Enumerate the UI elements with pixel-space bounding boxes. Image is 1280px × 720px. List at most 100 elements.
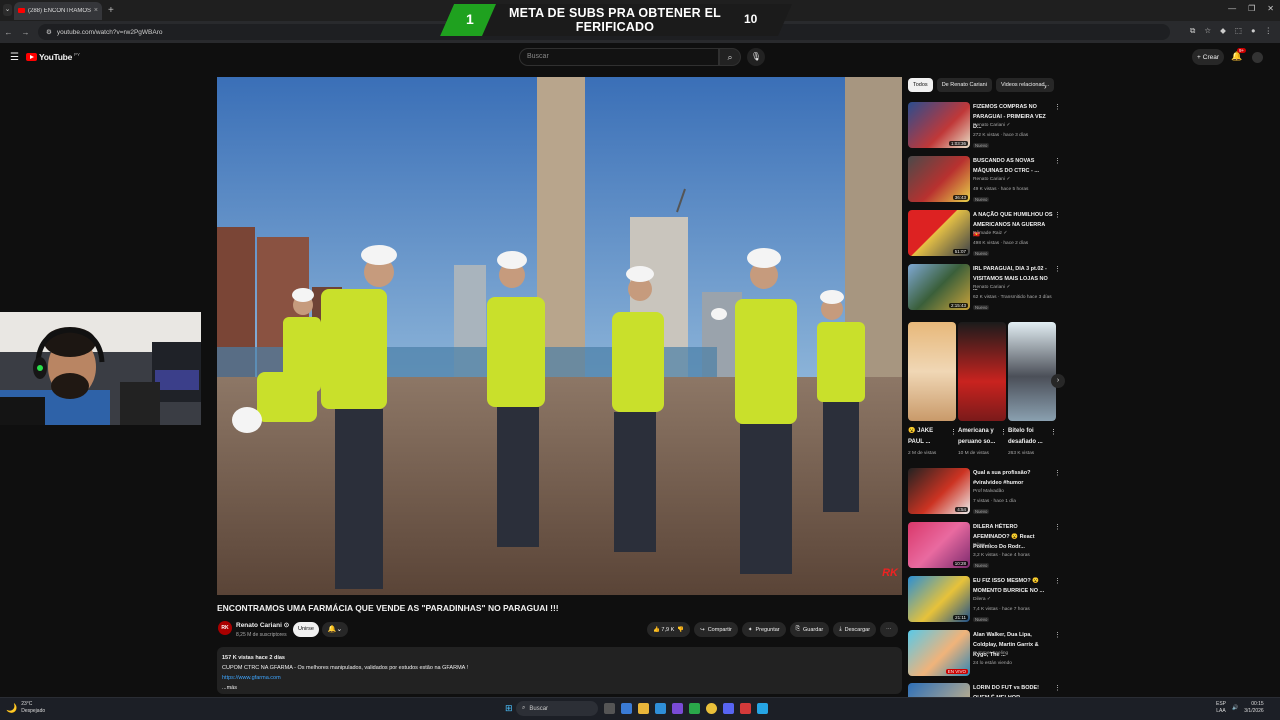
- taskbar-search[interactable]: ⌕ Buscar: [516, 701, 598, 716]
- new-tab-button[interactable]: +: [108, 5, 114, 16]
- subscription-bell-button[interactable]: 🔔⌄: [322, 622, 348, 637]
- video-thumbnail: 1:03:36: [908, 102, 970, 148]
- app-icon[interactable]: [672, 703, 683, 714]
- bell-icon: 🔔⌄: [327, 626, 343, 633]
- more-options-icon[interactable]: ⋮: [1054, 577, 1061, 585]
- save-button[interactable]: ⎘ Guardar: [789, 622, 830, 637]
- short-title[interactable]: Bitelo foi desafiado ...: [1008, 426, 1050, 448]
- hamburger-menu-icon[interactable]: ☰: [10, 52, 19, 63]
- more-options-icon[interactable]: ⋮: [1054, 469, 1061, 477]
- recommendation-views: 3,2 K vistas · hace 4 horas: [973, 553, 1030, 558]
- create-button[interactable]: + Crear: [1192, 49, 1224, 65]
- video-actions: 👍 7,9 K 👎 ↪ Compartir ✦ Preguntar ⎘ Guardar…: [647, 622, 898, 637]
- share-button[interactable]: ↪ Compartir: [694, 622, 738, 637]
- obs-icon[interactable]: [740, 703, 751, 714]
- show-more-link[interactable]: ...más: [222, 683, 897, 693]
- recommendation-item[interactable]: 2:15:43 IRL PARAGUAI, DIA 3 pt.02 - VISI…: [908, 264, 1063, 314]
- clock[interactable]: 00:15 3/1/2026: [1244, 701, 1263, 715]
- more-options-icon[interactable]: ⋮: [1054, 211, 1061, 219]
- video-description[interactable]: 157 K vistas hace 2 días CUPOM CTRC NA G…: [217, 647, 902, 694]
- short-thumbnail[interactable]: [908, 322, 956, 421]
- file-explorer-icon[interactable]: [638, 703, 649, 714]
- video-duration: 10:28: [952, 561, 968, 566]
- recommendation-item[interactable]: 21:11 EU FIZ ISSO MESMO? 😮 MOMENTO BURRI…: [908, 576, 1063, 626]
- profile-icon[interactable]: ●: [1251, 26, 1256, 36]
- xbox-icon[interactable]: [689, 703, 700, 714]
- like-button[interactable]: 👍 7,9 K: [653, 627, 674, 633]
- weather-widget[interactable]: 🌙 23°C Despejado: [6, 701, 45, 715]
- short-more-icon[interactable]: ⋮: [1000, 428, 1007, 436]
- task-view-icon[interactable]: [604, 703, 615, 714]
- recommendation-item[interactable]: EN VIVO Alan Walker, Dua Lipa, Coldplay,…: [908, 630, 1063, 680]
- account-avatar[interactable]: [1252, 52, 1263, 63]
- description-link[interactable]: https://www.gfarma.com: [222, 673, 897, 683]
- chrome-icon[interactable]: [706, 703, 717, 714]
- more-options-icon[interactable]: ⋮: [1054, 631, 1061, 639]
- recommendation-item[interactable]: 10:28 DILERA HÉTERO AFEMINADO? 😮 React P…: [908, 522, 1063, 572]
- channel-avatar[interactable]: RK: [218, 621, 232, 635]
- short-title[interactable]: Americana y peruano so...: [958, 426, 1000, 448]
- like-dislike-group: 👍 7,9 K 👎: [647, 622, 691, 637]
- recommendation-item[interactable]: 36:43 BUSCANDO AS NOVAS MÁQUINAS DO CTRC…: [908, 156, 1063, 206]
- join-button[interactable]: Unirse: [293, 622, 319, 637]
- short-thumbnail[interactable]: [958, 322, 1006, 421]
- short-more-icon[interactable]: ⋮: [1050, 428, 1057, 436]
- back-icon[interactable]: ←: [4, 28, 13, 37]
- extension-icon[interactable]: ◆: [1220, 26, 1226, 36]
- more-options-icon[interactable]: ⋮: [1054, 523, 1061, 531]
- close-tab-icon[interactable]: ×: [94, 7, 98, 14]
- share-icon: ↪: [700, 626, 705, 633]
- more-options-icon[interactable]: ⋮: [1054, 157, 1061, 165]
- store-icon[interactable]: [621, 703, 632, 714]
- dislike-button[interactable]: 👎: [677, 627, 684, 633]
- recommendation-item[interactable]: 1:03:36 FIZEMOS COMPRAS NO PARAGUAI - PR…: [908, 102, 1063, 152]
- chips-next-chevron-icon[interactable]: ›: [1044, 82, 1047, 91]
- streamer-webcam: [0, 312, 201, 425]
- menu-dots-icon[interactable]: ⋮: [1265, 26, 1273, 36]
- forward-icon[interactable]: →: [21, 28, 30, 37]
- video-player[interactable]: RK: [217, 77, 902, 595]
- chip-channel[interactable]: De Renato Cariani: [936, 78, 992, 92]
- mic-icon: 🎙: [750, 52, 762, 61]
- search-input[interactable]: Buscar: [519, 48, 719, 66]
- discord-icon[interactable]: [723, 703, 734, 714]
- search-button[interactable]: ⌕: [719, 48, 741, 66]
- tab-search-button[interactable]: ⌄: [3, 4, 12, 16]
- recommendation-item[interactable]: 51:07 A NAÇÃO QUE HUMILHOU OS AMERICANOS…: [908, 210, 1063, 260]
- chip-all[interactable]: Todos: [908, 78, 933, 92]
- youtube-logo[interactable]: YouTube PY: [26, 52, 80, 62]
- edge-icon[interactable]: [655, 703, 666, 714]
- tab-title: (288) ENCONTRAMOS UMA...: [28, 7, 91, 14]
- short-title[interactable]: 😮 JAKE PAUL ...: [908, 426, 950, 448]
- recommendation-item[interactable]: 4:54 Qual a sua profissão? #viralvideo #…: [908, 468, 1063, 518]
- more-actions-button[interactable]: ⋯: [880, 622, 898, 637]
- maximize-button[interactable]: ❐: [1248, 4, 1255, 13]
- more-options-icon[interactable]: ⋮: [1054, 265, 1061, 273]
- ask-button[interactable]: ✦ Preguntar: [741, 622, 786, 637]
- voice-search-button[interactable]: 🎙: [747, 48, 765, 66]
- download-button[interactable]: ⤓ Descargar: [833, 622, 877, 637]
- minimize-button[interactable]: —: [1228, 4, 1236, 13]
- youtube-play-icon: [26, 53, 37, 61]
- recommendation-item[interactable]: LORIN DO FUT vs BODE! QUEM É MELHOR BEIJ…: [908, 683, 1063, 697]
- tab-youtube[interactable]: (288) ENCONTRAMOS UMA... ×: [14, 1, 102, 20]
- more-options-icon[interactable]: ⋮: [1054, 103, 1061, 111]
- telegram-icon[interactable]: [757, 703, 768, 714]
- video-duration: 36:43: [952, 195, 968, 200]
- shorts-next-chevron-icon[interactable]: ›: [1051, 374, 1065, 388]
- new-badge: Nuevo: [973, 617, 990, 622]
- more-options-icon[interactable]: ⋮: [1054, 684, 1061, 692]
- install-icon[interactable]: ⧉: [1190, 26, 1195, 36]
- close-window-button[interactable]: ✕: [1267, 4, 1274, 13]
- windows-start-icon[interactable]: ⊞: [505, 703, 513, 714]
- volume-icon[interactable]: 🔊: [1232, 705, 1238, 711]
- puzzle-icon[interactable]: ⬚: [1235, 26, 1242, 36]
- bookmark-star-icon[interactable]: ☆: [1204, 26, 1211, 36]
- short-more-icon[interactable]: ⋮: [950, 428, 957, 436]
- site-info-icon[interactable]: ⚙: [46, 28, 52, 36]
- short-thumbnail[interactable]: [1008, 322, 1056, 421]
- video-duration: 51:07: [952, 249, 968, 254]
- short-views: 2 M de vistas: [908, 451, 937, 456]
- channel-name[interactable]: Renato Cariani ⊙: [236, 621, 289, 629]
- language-indicator[interactable]: ESP LAA: [1216, 701, 1226, 715]
